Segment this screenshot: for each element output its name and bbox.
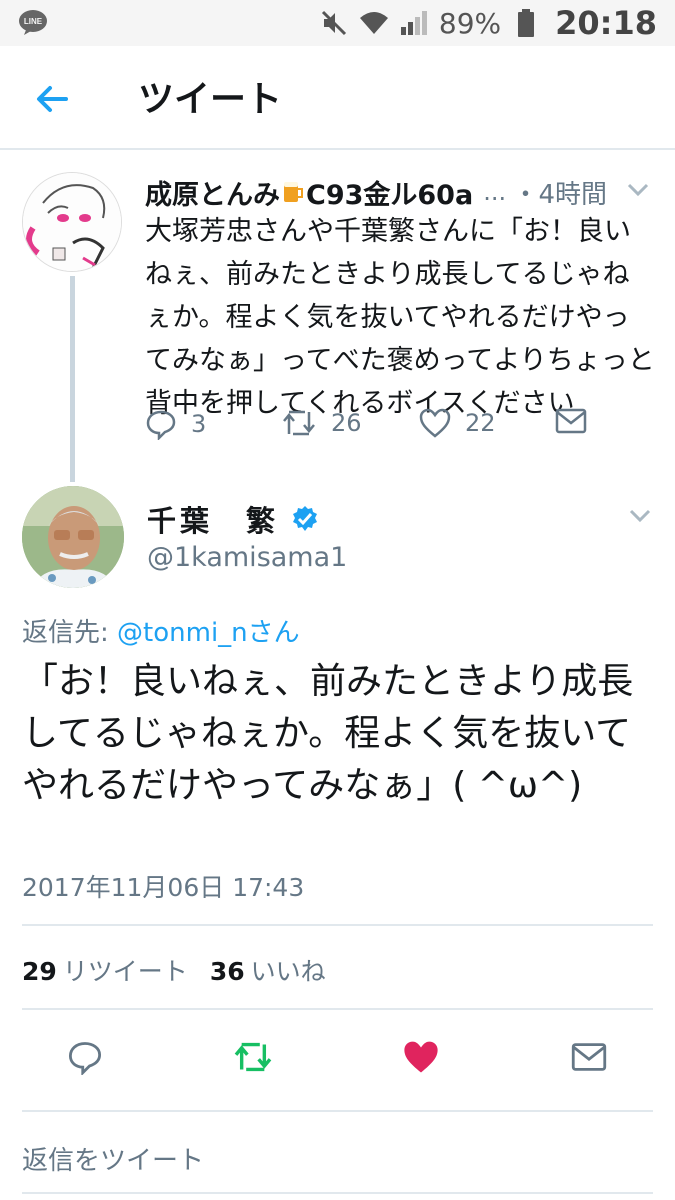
- reply-icon: [68, 1042, 102, 1075]
- like-count: 36: [209, 957, 245, 986]
- heart-filled-icon: [404, 1041, 438, 1073]
- reply-to-handle[interactable]: @tonmi_nさん: [117, 618, 300, 648]
- chevron-down-icon[interactable]: [627, 506, 653, 526]
- author-name-row: 千葉 繁: [147, 498, 319, 540]
- parent-retweet-action[interactable]: 26: [281, 408, 362, 438]
- retweet-icon: [283, 410, 315, 436]
- line-app-icon: LINE: [19, 10, 47, 35]
- envelope-icon: [571, 1043, 607, 1071]
- parent-reply-action[interactable]: 3: [145, 408, 206, 440]
- reply-button[interactable]: [60, 1032, 110, 1082]
- app-header: ツイート: [0, 46, 675, 150]
- envelope-icon: [555, 408, 587, 434]
- heart-outline-icon: [419, 408, 451, 438]
- parent-tweet-actions: 3 26 22: [145, 408, 645, 448]
- reply-to-prefix: 返信先:: [22, 618, 118, 648]
- parent-reply-count: 3: [191, 410, 207, 438]
- battery-percentage: 89%: [438, 6, 502, 40]
- retweet-count: 29: [22, 957, 57, 986]
- tweet-actions: [0, 1032, 675, 1082]
- author-avatar[interactable]: [22, 486, 124, 588]
- reply-icon: [146, 410, 176, 440]
- page-title: ツイート: [138, 79, 283, 120]
- divider: [22, 1008, 653, 1010]
- divider: [22, 924, 653, 926]
- name-truncation: ...: [483, 178, 507, 206]
- parent-author-name-suffix[interactable]: C93金ル60a: [306, 173, 473, 212]
- reply-input[interactable]: 返信をツイート: [22, 1140, 204, 1177]
- like-stat-label: いいね: [250, 957, 326, 986]
- back-arrow-icon[interactable]: [30, 76, 76, 122]
- parent-avatar[interactable]: [22, 172, 122, 272]
- parent-like-action[interactable]: 22: [419, 408, 496, 438]
- wifi-icon: [359, 8, 389, 38]
- divider: [22, 1110, 653, 1112]
- like-stat[interactable]: 36 いいね: [210, 952, 326, 988]
- retweet-button[interactable]: [228, 1032, 278, 1082]
- status-bar: LINE 89% 20:18: [0, 0, 675, 46]
- parent-tweet-text: 大塚芳忠さんや千葉繁さんに「お！良いねぇ、前みたときより成長してるじゃねぇか。程…: [145, 216, 655, 419]
- parent-retweet-count: 26: [331, 409, 362, 437]
- signal-icon: [399, 8, 429, 38]
- parent-tweet-time: ・4時間: [512, 180, 607, 210]
- retweet-stat-label: リツイート: [62, 957, 188, 986]
- author-name[interactable]: 千葉 繁: [147, 498, 279, 540]
- parent-dm-action[interactable]: [555, 408, 587, 434]
- divider: [22, 1192, 653, 1194]
- reply-to-line: 返信先: @tonmi_nさん: [22, 612, 300, 649]
- parent-tweet-header: 成原とんみ C93金ル60a ... ・4時間: [145, 172, 655, 212]
- parent-author-name[interactable]: 成原とんみ: [145, 173, 280, 212]
- mute-icon: [319, 8, 349, 38]
- tweet-timestamp: 2017年11月06日 17:43: [22, 873, 305, 902]
- thread-connector: [70, 276, 75, 482]
- parent-like-count: 22: [465, 409, 496, 437]
- retweet-stat[interactable]: 29 リツイート: [22, 952, 188, 988]
- tweet-stats: 29 リツイート 36 いいね: [22, 952, 326, 988]
- svg-text:LINE: LINE: [24, 17, 43, 26]
- beer-emoji-icon: [284, 182, 303, 202]
- battery-icon: [511, 8, 541, 38]
- verified-badge-icon: [293, 506, 318, 531]
- tweet-text: 「お！良いねぇ、前みたときより成長してるじゃねぇか。程よく気を抜いてやれるだけや…: [22, 661, 634, 806]
- clock: 20:18: [555, 4, 657, 42]
- author-handle[interactable]: @1kamisama1: [147, 542, 347, 573]
- chevron-down-icon[interactable]: [625, 180, 651, 200]
- dm-button[interactable]: [564, 1032, 614, 1082]
- like-button[interactable]: [396, 1032, 446, 1082]
- retweet-icon: [234, 1042, 272, 1072]
